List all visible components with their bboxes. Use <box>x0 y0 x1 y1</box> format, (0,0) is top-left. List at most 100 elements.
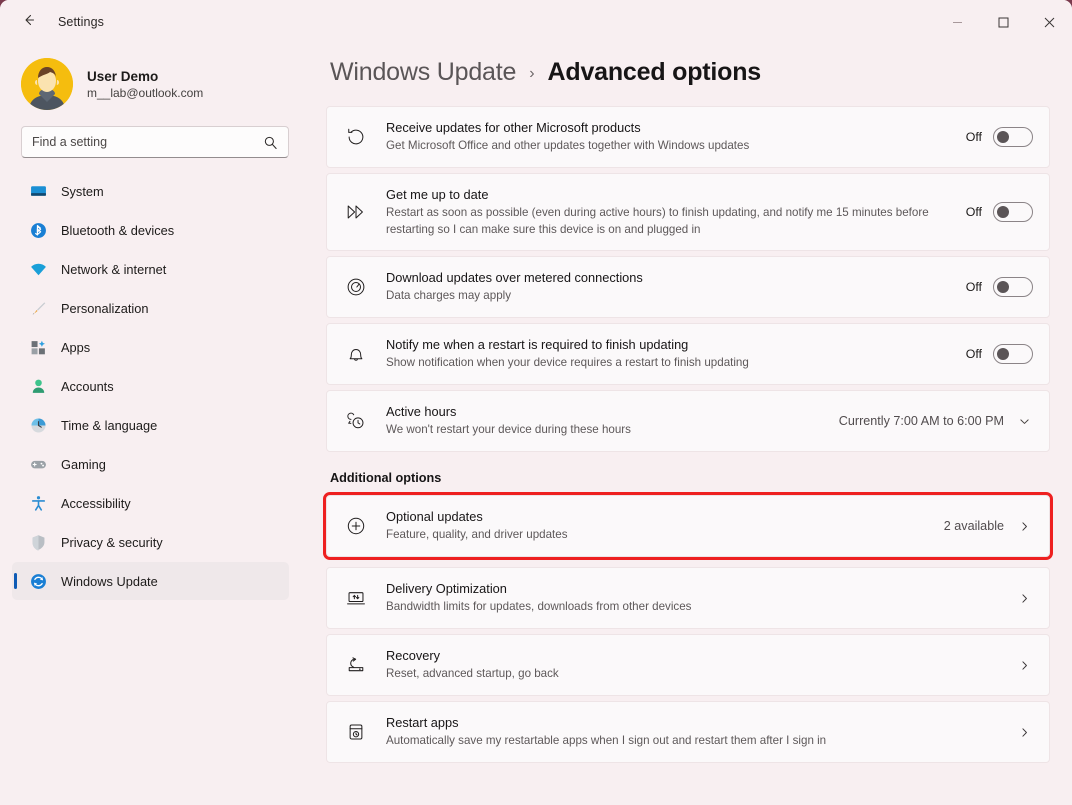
back-button[interactable] <box>14 7 44 37</box>
setting-subtitle: Get Microsoft Office and other updates t… <box>386 139 750 153</box>
title-bar: Settings <box>0 0 1072 44</box>
setting-title: Notify me when a restart is required to … <box>386 336 689 352</box>
clock-globe-icon <box>30 417 47 434</box>
setting-row-active-hours[interactable]: Active hours We won't restart your devic… <box>326 390 1050 452</box>
setting-title: Restart apps <box>386 714 459 730</box>
sidebar-item-accessibility[interactable]: Accessibility <box>12 484 289 522</box>
paintbrush-icon <box>30 300 47 317</box>
sidebar-item-system[interactable]: System <box>12 172 289 210</box>
maximize-button[interactable] <box>980 0 1026 44</box>
search-box[interactable] <box>21 126 289 158</box>
sidebar-item-time-language[interactable]: Time & language <box>12 406 289 444</box>
setting-row-optional-updates[interactable]: Optional updates Feature, quality, and d… <box>323 492 1053 560</box>
recovery-icon <box>341 654 371 676</box>
sidebar-item-label: Windows Update <box>61 573 158 589</box>
setting-text: Optional updates Feature, quality, and d… <box>386 508 930 544</box>
window-controls <box>934 0 1072 44</box>
toggle-switch[interactable] <box>993 127 1033 147</box>
refresh-history-icon <box>341 126 371 148</box>
restart-apps-icon <box>341 721 371 743</box>
optional-updates-count: 2 available <box>943 519 1004 533</box>
setting-row-restart-apps[interactable]: Restart apps Automatically save my resta… <box>326 701 1050 763</box>
sidebar-item-label: Apps <box>61 339 91 355</box>
section-heading-additional-options: Additional options <box>330 471 442 485</box>
chevron-down-icon[interactable] <box>1015 415 1033 428</box>
setting-text: Receive updates for other Microsoft prod… <box>386 119 952 155</box>
active-hours-value: Currently 7:00 AM to 6:00 PM <box>838 414 1004 428</box>
setting-control: Currently 7:00 AM to 6:00 PM <box>825 414 1033 428</box>
setting-row-delivery-optimization[interactable]: Delivery Optimization Bandwidth limits f… <box>326 567 1050 629</box>
toggle-thumb <box>997 206 1009 218</box>
sidebar-item-label: Personalization <box>61 300 149 316</box>
setting-row-notify-restart[interactable]: Notify me when a restart is required to … <box>326 323 1050 385</box>
sidebar-item-personalization[interactable]: Personalization <box>12 289 289 327</box>
chevron-right-icon[interactable] <box>1015 520 1033 533</box>
account-email: m__lab@outlook.com <box>87 85 204 100</box>
sidebar-item-label: Time & language <box>61 417 158 433</box>
breadcrumb-separator-icon: › <box>529 65 535 82</box>
setting-text: Restart apps Automatically save my resta… <box>386 714 1001 750</box>
sidebar: User Demo m__lab@outlook.com Find a sett… <box>0 44 305 805</box>
setting-title: Receive updates for other Microsoft prod… <box>386 119 641 135</box>
main-content: Windows Update › Advanced options Receiv… <box>305 44 1072 805</box>
sidebar-item-accounts[interactable]: Accounts <box>12 367 289 405</box>
close-button[interactable] <box>1026 0 1072 44</box>
sidebar-item-label: Network & internet <box>61 261 167 277</box>
gauge-icon <box>341 276 371 298</box>
sidebar-item-privacy-security[interactable]: Privacy & security <box>12 523 289 561</box>
setting-title: Active hours <box>386 403 457 419</box>
setting-subtitle: Restart as soon as possible (even during… <box>386 205 929 236</box>
toggle-switch[interactable] <box>993 344 1033 364</box>
windows-update-icon <box>30 573 47 590</box>
setting-text: Active hours We won't restart your devic… <box>386 403 825 439</box>
setting-text: Recovery Reset, advanced startup, go bac… <box>386 647 1001 683</box>
avatar <box>21 58 73 110</box>
setting-subtitle: Data charges may apply <box>386 289 512 303</box>
setting-row-recovery[interactable]: Recovery Reset, advanced startup, go bac… <box>326 634 1050 696</box>
chevron-right-icon[interactable] <box>1015 592 1033 605</box>
title-bar-left: Settings <box>0 0 934 44</box>
toggle-switch[interactable] <box>993 277 1033 297</box>
setting-text: Download updates over metered connection… <box>386 269 952 305</box>
setting-text: Notify me when a restart is required to … <box>386 336 952 372</box>
setting-subtitle: Automatically save my restartable apps w… <box>386 734 827 748</box>
fast-forward-icon <box>341 201 371 223</box>
toggle-state-label: Off <box>965 280 982 294</box>
toggle-thumb <box>997 131 1009 143</box>
shield-icon <box>30 534 47 551</box>
setting-title: Optional updates <box>386 508 483 524</box>
gamepad-icon <box>30 456 47 473</box>
search-input[interactable] <box>32 135 263 149</box>
sidebar-item-apps[interactable]: Apps <box>12 328 289 366</box>
plus-circle-icon <box>341 515 371 537</box>
setting-text: Delivery Optimization Bandwidth limits f… <box>386 580 1001 616</box>
sidebar-item-label: Privacy & security <box>61 534 163 550</box>
toggle-state-label: Off <box>965 130 982 144</box>
account-block[interactable]: User Demo m__lab@outlook.com <box>12 44 289 126</box>
person-icon <box>30 378 47 395</box>
sidebar-nav: System Bluetooth & devices Network & int… <box>12 172 289 600</box>
search-icon <box>263 135 278 150</box>
minimize-button[interactable] <box>934 0 980 44</box>
sidebar-item-bluetooth-devices[interactable]: Bluetooth & devices <box>12 211 289 249</box>
bell-icon <box>341 343 371 365</box>
setting-row-metered-connections[interactable]: Download updates over metered connection… <box>326 256 1050 318</box>
sidebar-item-windows-update[interactable]: Windows Update <box>12 562 289 600</box>
toggle-switch[interactable] <box>993 202 1033 222</box>
setting-control: 2 available <box>930 519 1033 533</box>
chevron-right-icon[interactable] <box>1015 726 1033 739</box>
sidebar-item-network-internet[interactable]: Network & internet <box>12 250 289 288</box>
setting-title: Download updates over metered connection… <box>386 269 643 285</box>
chevron-right-icon[interactable] <box>1015 659 1033 672</box>
breadcrumb-parent[interactable]: Windows Update <box>330 58 516 87</box>
toggle-thumb <box>997 348 1009 360</box>
account-name: User Demo <box>87 68 159 84</box>
accessibility-person-icon <box>30 495 47 512</box>
back-arrow-icon <box>21 12 37 33</box>
wifi-icon <box>30 261 47 278</box>
setting-row-get-me-up-to-date[interactable]: Get me up to date Restart as soon as pos… <box>326 173 1050 251</box>
sidebar-item-gaming[interactable]: Gaming <box>12 445 289 483</box>
setting-title: Delivery Optimization <box>386 580 507 596</box>
setting-row-receive-updates[interactable]: Receive updates for other Microsoft prod… <box>326 106 1050 168</box>
setting-title: Recovery <box>386 647 441 663</box>
